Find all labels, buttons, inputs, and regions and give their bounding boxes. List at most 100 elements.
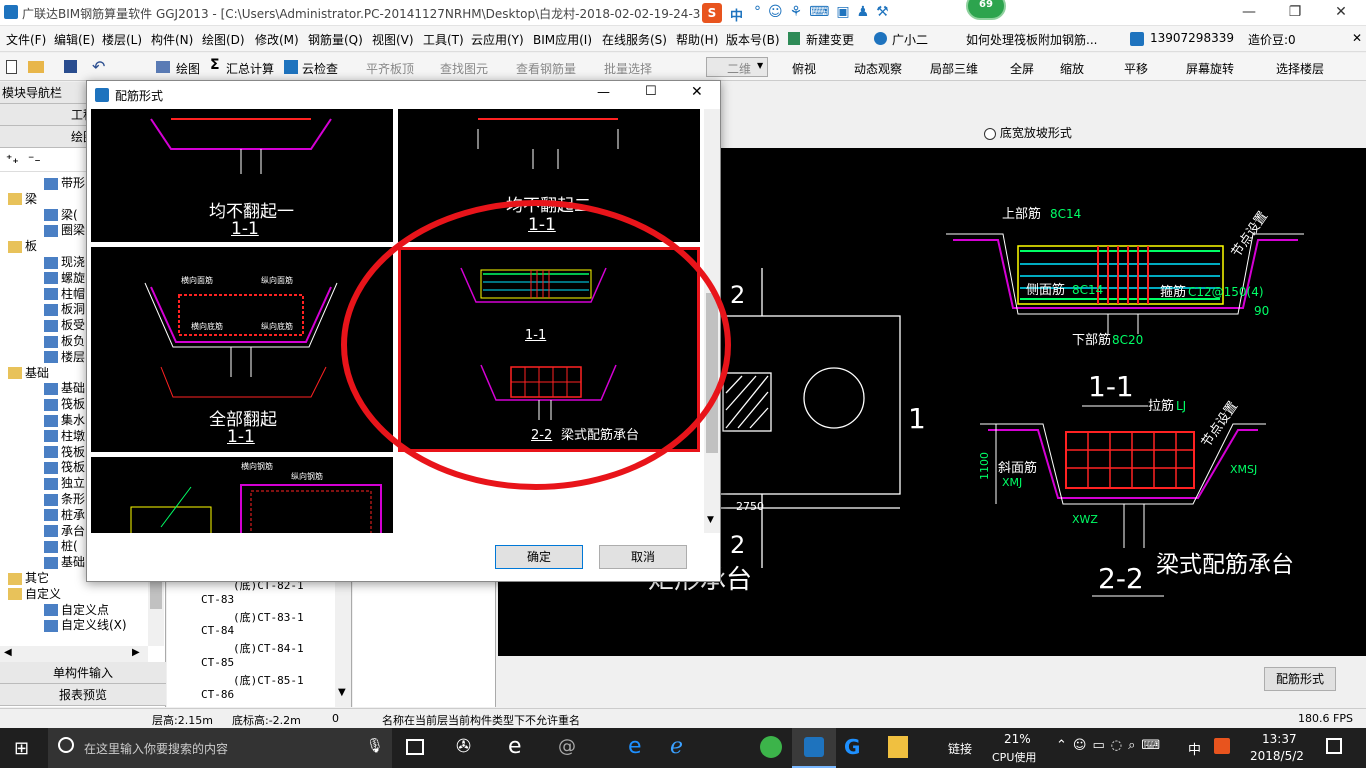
tree-item[interactable]: 楼层 [44, 348, 85, 365]
ime-toolbar[interactable]: S 中 °☺⚘⌨▣♟⚒ [700, 3, 910, 24]
tree-item[interactable]: 基础 [44, 379, 85, 396]
tree-item[interactable]: 自定义线(X) [44, 616, 127, 633]
new-file-icon[interactable] [6, 60, 17, 74]
tree-item[interactable]: 桩( [44, 537, 78, 554]
menu-new-change[interactable]: 新建变更 [806, 31, 854, 48]
radio-slope-form[interactable]: 底宽放坡形式 [984, 124, 1072, 141]
dialog-minimize-button[interactable]: — [597, 85, 610, 100]
menu-version[interactable]: 版本号(B) [726, 31, 780, 48]
ok-button[interactable]: 确定 [495, 545, 583, 569]
top-view-button[interactable]: 俯视 [792, 60, 816, 77]
tree-item[interactable]: 集水 [44, 411, 85, 428]
link-label[interactable]: 链接 [948, 740, 972, 757]
report-preview-button[interactable]: 报表预览 [0, 684, 166, 706]
tree-group[interactable]: 基础 [8, 364, 49, 381]
lang-indicator[interactable]: 中 [1188, 739, 1201, 758]
tree-item[interactable]: 桩承 [44, 506, 85, 523]
batch-select-button[interactable]: 批量选择 [604, 60, 652, 77]
component-item[interactable]: CT-86 [201, 688, 234, 701]
expand-all-icon[interactable]: ⁺₊ [6, 152, 19, 166]
user-phone[interactable]: 13907298339 [1150, 31, 1234, 45]
component-item[interactable]: CT-84 [201, 624, 234, 637]
menu-view[interactable]: 视图(V) [372, 31, 414, 48]
menu-modify[interactable]: 修改(M) [255, 31, 299, 48]
notes-app-icon[interactable] [888, 736, 908, 758]
dialog-maximize-button[interactable]: ☐ [645, 84, 657, 99]
menu-bim[interactable]: BIM应用(I) [533, 31, 592, 48]
tree-item[interactable]: 板负 [44, 332, 85, 349]
tree-item[interactable]: 条形 [44, 490, 85, 507]
menu-component[interactable]: 构件(N) [151, 31, 193, 48]
tree-item[interactable]: 独立 [44, 474, 85, 491]
scroll-down-icon[interactable]: ▼ [338, 687, 346, 698]
tree-item[interactable]: 圈梁 [44, 221, 85, 238]
tray-icons[interactable]: ⌃☺▭◌⌕⌨ [1056, 738, 1166, 753]
tree-group[interactable]: 板 [8, 237, 37, 254]
tree-item[interactable]: 现浇 [44, 253, 85, 270]
notification-badge[interactable]: 69 [966, 0, 1006, 20]
menu-cloud[interactable]: 云应用(Y) [471, 31, 524, 48]
rebar-form-button[interactable]: 配筋形式 [1264, 667, 1336, 691]
gallery-scrollbar[interactable]: ▼ [704, 109, 720, 533]
edge-icon[interactable]: e [508, 734, 522, 759]
edge-blue-icon[interactable]: e [628, 734, 642, 759]
menu-online[interactable]: 在线服务(S) [602, 31, 667, 48]
save-icon[interactable] [64, 60, 77, 73]
local-3d-button[interactable]: 局部三维 [930, 60, 978, 77]
single-component-button[interactable]: 单构件输入 [0, 662, 166, 684]
menu-file[interactable]: 文件(F) [6, 31, 46, 48]
gallery-scroll-thumb[interactable] [706, 293, 718, 453]
flat-top-button[interactable]: 平齐板顶 [366, 60, 414, 77]
tree-item[interactable]: 板洞 [44, 300, 85, 317]
tree-group[interactable]: 梁 [8, 190, 37, 207]
cloud-check-button[interactable]: 云检查 [302, 60, 338, 77]
view-rebar-button[interactable]: 查看钢筋量 [516, 60, 576, 77]
scroll-down-icon[interactable]: ▼ [707, 515, 714, 525]
form-cell-5[interactable]: 横向钢筋 纵向钢筋 [91, 457, 393, 533]
task-view-icon[interactable] [406, 739, 424, 755]
collapse-all-icon[interactable]: ⁻₋ [28, 152, 41, 166]
fullscreen-button[interactable]: 全屏 [1010, 60, 1034, 77]
find-element-button[interactable]: 查找图元 [440, 60, 488, 77]
component-item[interactable]: CT-83 [201, 593, 234, 606]
notification-center-icon[interactable] [1326, 738, 1342, 754]
sogou-tray-icon[interactable] [1214, 738, 1230, 754]
list-scrollbar[interactable]: ▼ [335, 575, 351, 707]
menu-rebar[interactable]: 钢筋量(Q) [308, 31, 363, 48]
g-app-icon[interactable]: G [844, 735, 860, 759]
open-folder-icon[interactable] [28, 61, 44, 73]
form-cell-no-bend-2[interactable]: 均不翻起二 1-1 [398, 109, 700, 242]
tree-item[interactable]: 板受 [44, 316, 85, 333]
tree-item[interactable]: 带形 [44, 174, 85, 191]
tree-item[interactable]: 螺旋 [44, 269, 85, 286]
tree-item[interactable]: 筏板 [44, 395, 85, 412]
dynamic-view-button[interactable]: 动态观察 [854, 60, 902, 77]
tree-item[interactable]: 自定义点 [44, 601, 109, 618]
component-item[interactable]: CT-85 [201, 656, 234, 669]
menu-floor[interactable]: 楼层(L) [102, 31, 142, 48]
scroll-right-icon[interactable]: ▶ [132, 647, 140, 658]
view-mode-select[interactable]: 二维 ▼ [706, 57, 768, 77]
restore-button[interactable]: ❐ [1272, 0, 1318, 26]
ie-icon[interactable]: ℯ [670, 734, 683, 759]
help-link[interactable]: 如何处理筏板附加钢筋... [966, 31, 1097, 48]
mic-icon[interactable]: 🎙 [366, 738, 384, 754]
tree-item[interactable]: 柱帽 [44, 285, 85, 302]
tree-item[interactable]: 筏板 [44, 458, 85, 475]
scroll-left-icon[interactable]: ◀ [4, 647, 12, 658]
draw-button[interactable]: 绘图 [176, 60, 200, 77]
ime-icons[interactable]: °☺⚘⌨▣♟⚒ [754, 4, 896, 20]
select-floor-button[interactable]: 选择楼层 [1276, 60, 1324, 77]
tree-item[interactable]: 基础 [44, 553, 85, 570]
sum-button[interactable]: 汇总计算 [226, 60, 274, 77]
ggj-app-icon[interactable] [792, 728, 836, 768]
dialog-close-button[interactable]: ✕ [691, 84, 703, 100]
zoom-button[interactable]: 缩放 [1060, 60, 1084, 77]
fan-app-icon[interactable]: ✇ [456, 736, 471, 757]
form-cell-all-bend[interactable]: 横向面筋 纵向面筋 横向底筋 纵向底筋 全部翻起 1-1 [91, 247, 393, 452]
clock-time[interactable]: 13:37 [1262, 732, 1297, 746]
form-cell-beam-cap[interactable]: 1-1 2-2 梁式配筋承台 [398, 247, 700, 452]
component-sub-item[interactable]: (底)CT-84-1 [233, 640, 304, 656]
windows-icon[interactable]: ⊞ [14, 738, 29, 759]
menu-tools[interactable]: 工具(T) [423, 31, 464, 48]
